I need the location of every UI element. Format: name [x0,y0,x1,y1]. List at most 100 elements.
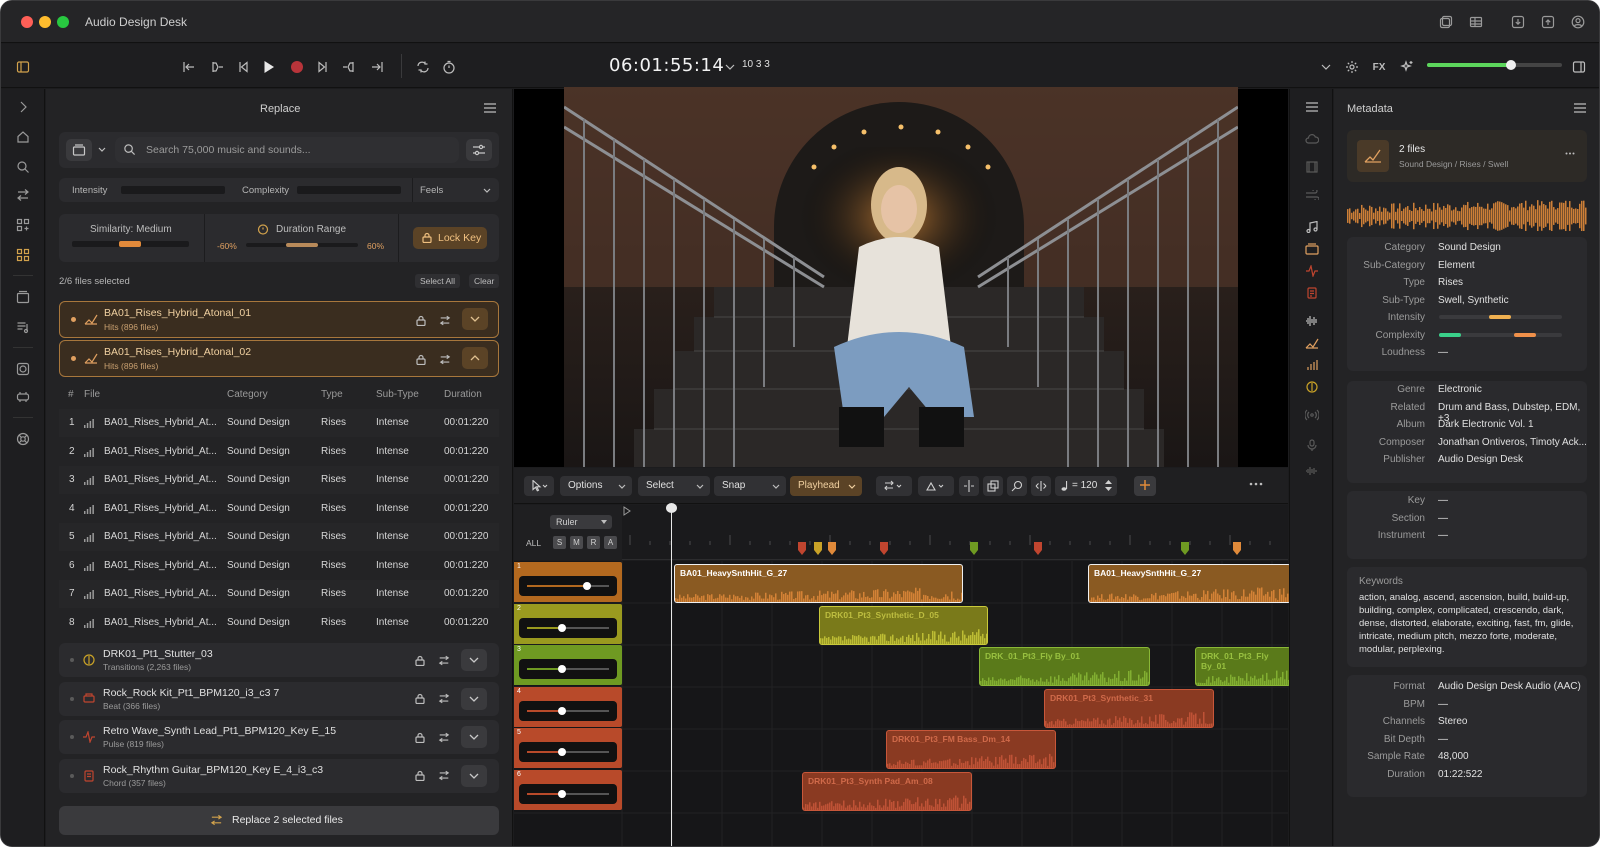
chevron-down-icon[interactable] [461,649,487,671]
swap-tool-dropdown[interactable] [876,476,912,496]
track-header[interactable]: 3 [514,645,622,686]
microphone-icon[interactable] [1302,435,1322,455]
playhead-dropdown[interactable]: Playhead [790,476,862,496]
layers-icon[interactable] [1437,13,1455,31]
record-button[interactable] [287,57,307,77]
film-icon[interactable] [1302,157,1322,177]
stretch-tool-icon[interactable] [1031,476,1051,496]
lock-key-button[interactable]: Lock Key [413,227,487,249]
chevron-down-icon[interactable] [461,726,487,748]
swap-icon[interactable] [433,765,455,787]
fader-knob[interactable] [583,582,592,590]
pulse-icon[interactable] [1302,261,1322,281]
previous-marker-icon[interactable] [207,57,227,77]
col-header-subtype[interactable]: Sub-Type [376,389,419,400]
step-back-icon[interactable] [233,57,253,77]
help-lifebuoy-icon[interactable] [13,429,33,449]
col-header-duration[interactable]: Duration [444,389,482,400]
table-row[interactable]: 4 BA01_Rises_Hybrid_At... Sound Design Rise… [59,495,499,523]
audio-clip[interactable]: DRK_01_Pt3_Fly By_01 [1195,647,1291,687]
audio-clip[interactable]: DRK01_Pt3_Synth Pad_Am_08 [802,772,972,811]
timecode-chevron-icon[interactable] [720,57,740,77]
breadcrumb-item[interactable]: Swell [1488,159,1508,169]
tempo-field[interactable]: = 120 [1055,476,1117,496]
lock-icon[interactable] [409,765,431,787]
waveform-icon[interactable] [1302,311,1322,331]
col-header-file[interactable]: File [84,389,100,400]
group-row[interactable]: Retro Wave_Synth Lead_Pt1_BPM120_Key E_1… [59,720,499,754]
chevron-down-icon[interactable] [462,308,488,330]
options-dropdown[interactable]: Options [560,476,632,496]
home-icon[interactable] [13,127,33,147]
fader-knob[interactable] [558,623,567,632]
track-volume-fader[interactable] [519,659,617,680]
fader-knob[interactable] [558,665,567,674]
col-header-category[interactable]: Category [227,389,268,400]
minimize-window-button[interactable] [39,16,51,28]
select-all-button[interactable]: Select All [415,274,460,288]
menu-icon[interactable] [484,103,496,113]
stepper-icon[interactable] [1105,480,1112,491]
track-header[interactable]: 4 [514,686,622,727]
group-row[interactable]: DRK01_Pt1_Stutter_03 Transitions (2,263 f… [59,643,499,677]
more-options-icon[interactable] [1249,482,1263,486]
more-chevron-icon[interactable] [1316,57,1336,77]
fader-knob[interactable] [558,790,567,798]
feels-dropdown[interactable]: Feels [412,178,499,202]
audio-clip[interactable]: DRK01_Pt3_Synthetic_31 [1044,688,1214,728]
wind-icon[interactable] [1302,185,1322,205]
export-icon[interactable] [1539,13,1557,31]
zoom-tool-icon[interactable] [1007,476,1027,496]
playhead-line[interactable] [671,505,672,846]
fx-button[interactable]: FX [1369,57,1389,77]
table-row[interactable]: 5 BA01_Rises_Hybrid_At... Sound Design Rise… [59,523,499,551]
track-volume-fader[interactable] [519,742,617,763]
pointer-tool-dropdown[interactable] [524,476,554,496]
volume-knob[interactable] [1505,60,1516,70]
lock-icon[interactable] [410,309,432,331]
close-window-button[interactable] [21,16,33,28]
lock-icon[interactable] [409,649,431,671]
download-icon[interactable] [1509,13,1527,31]
search-input[interactable]: Search 75,000 music and sounds... [115,137,459,163]
cloud-icon[interactable] [1302,129,1322,149]
timer-icon[interactable] [439,57,459,77]
select-dropdown[interactable]: Select [638,476,710,496]
expand-chevron-icon[interactable] [13,97,33,117]
table-row[interactable]: 7 BA01_Rises_Hybrid_At... Sound Design Rise… [59,580,499,608]
col-header-type[interactable]: Type [321,389,343,400]
swap-icon[interactable] [434,348,456,370]
track-flag-button[interactable]: A [604,536,617,549]
replace-selected-button[interactable]: Replace 2 selected files [59,806,499,835]
table-row[interactable]: 6 BA01_Rises_Hybrid_At... Sound Design Rise… [59,552,499,580]
snap-dropdown[interactable]: Snap [714,476,786,496]
broadcast-icon[interactable] [1302,405,1322,425]
breadcrumb-item[interactable]: Rises [1460,159,1481,169]
group-row[interactable]: Rock_Rock Kit_Pt1_BPM120_i3_c3 7 Beat (36… [59,681,499,716]
zoom-window-button[interactable] [57,16,69,28]
lock-icon[interactable] [410,348,432,370]
swap-icon[interactable] [13,185,33,205]
track-header[interactable]: 5 [514,728,622,769]
automation-tool-dropdown[interactable] [918,476,954,496]
play-button[interactable] [259,57,279,77]
group-row[interactable]: Rock_Rhythm Guitar_BPM120_Key E_4_i3_c3 C… [59,758,499,793]
ai-sparkle-icon[interactable] [1397,57,1417,77]
bars-icon[interactable] [1302,355,1322,375]
playhead-handle[interactable] [666,503,677,513]
lock-icon[interactable] [409,688,431,710]
track-header[interactable]: 1 [514,562,622,602]
more-icon[interactable] [1565,152,1575,155]
chevron-down-icon[interactable] [461,764,487,787]
menu-icon[interactable] [1302,97,1322,117]
sidebar-toggle-icon[interactable] [13,57,33,77]
selected-group-row[interactable]: BA01_Rises_Hybrid_Atonal_01 Hits (896 fil… [59,301,499,338]
audio-clip[interactable]: BA01_HeavySnthHit_G_27 [1088,564,1291,603]
library-source-icon[interactable] [66,139,92,161]
similarity-slider[interactable] [72,241,189,247]
add-track-button[interactable] [1134,476,1156,496]
search-icon[interactable] [13,157,33,177]
table-row[interactable]: 3 BA01_Rises_Hybrid_At... Sound Design Rise… [59,466,499,494]
right-sidebar-toggle-icon[interactable] [1569,57,1589,77]
track-volume-fader[interactable] [519,700,617,721]
